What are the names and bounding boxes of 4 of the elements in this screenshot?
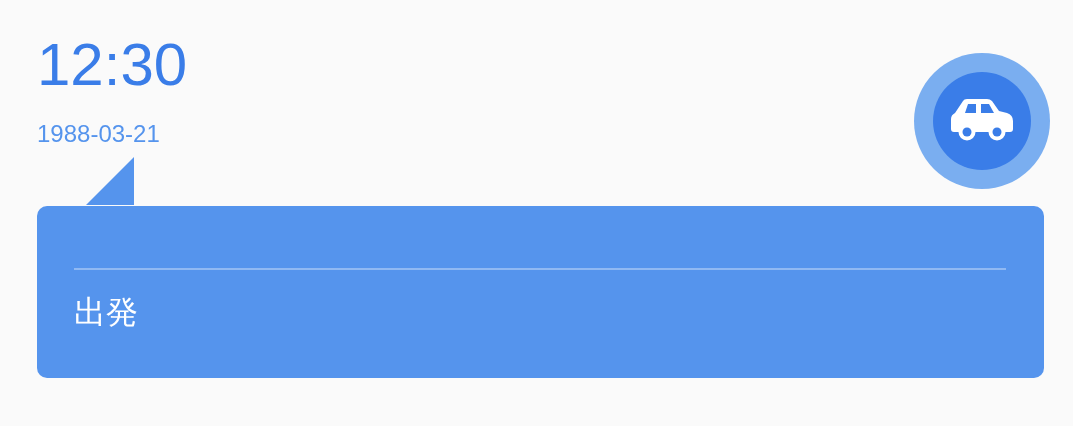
car-icon [951,99,1013,143]
card-title: 出発 [74,293,138,332]
date-text: 1988-03-21 [37,122,160,146]
time-text: 12:30 [37,35,188,95]
